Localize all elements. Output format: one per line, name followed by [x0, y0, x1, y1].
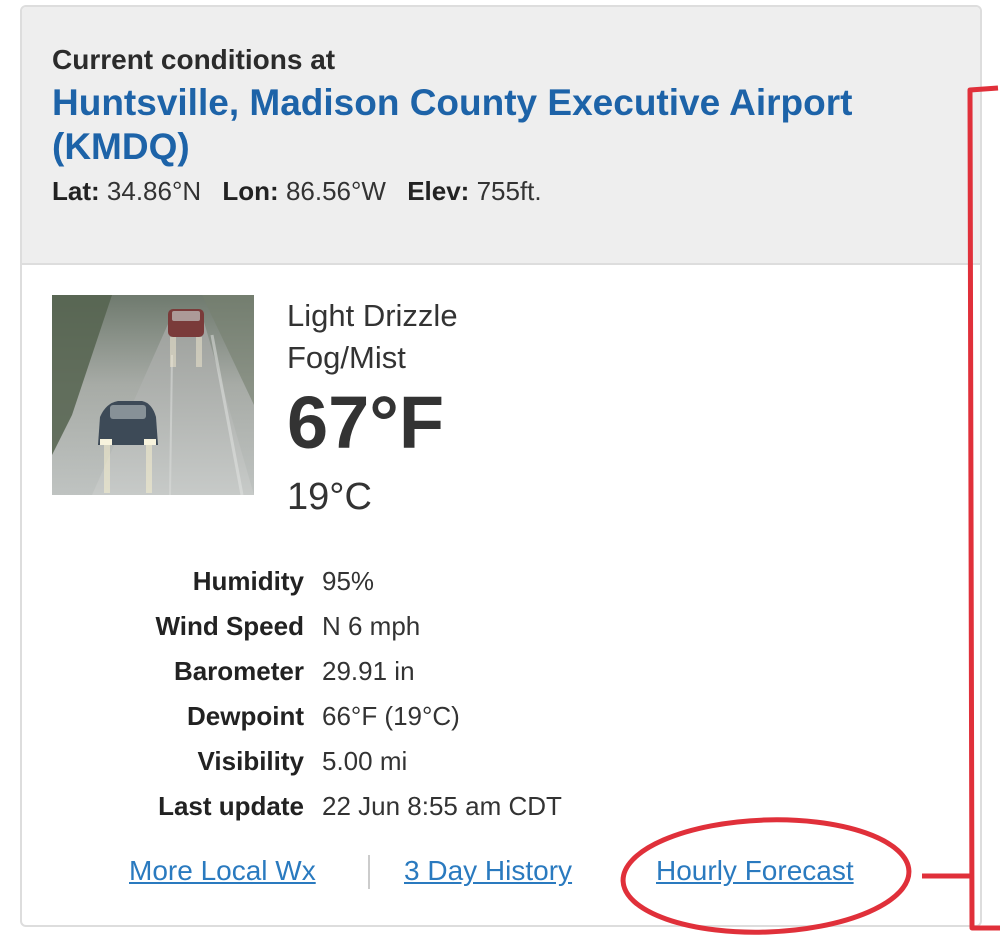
humidity-value: 95% — [322, 566, 375, 596]
dewpoint-label: Dewpoint — [187, 701, 304, 731]
visibility-label: Visibility — [197, 746, 304, 776]
barometer-value: 29.91 in — [322, 656, 415, 686]
dewpoint-value: 66°F (19°C) — [322, 701, 460, 731]
details-row-dewpoint: Dewpoint 66°F (19°C) — [52, 694, 562, 739]
details-table: Humidity 95% Wind Speed N 6 mph Baromete… — [52, 559, 562, 829]
weather-photo — [52, 295, 254, 495]
current-conditions-panel: Current conditions at Huntsville, Madiso… — [20, 5, 982, 927]
panel-header: Current conditions at Huntsville, Madiso… — [22, 7, 980, 265]
elev-value: 755ft. — [476, 176, 542, 206]
details-row-visibility: Visibility 5.00 mi — [52, 739, 562, 784]
last-update-label: Last update — [158, 791, 304, 821]
lat-value: 34.86°N — [106, 176, 202, 206]
weather-photo-image — [52, 295, 254, 495]
page: Current conditions at Huntsville, Madiso… — [0, 0, 1003, 936]
conditions-summary: Light Drizzle Fog/Mist 67°F 19°C — [287, 295, 458, 521]
humidity-label: Humidity — [192, 566, 304, 596]
condition-primary: Light Drizzle — [287, 298, 458, 333]
lon-value: 86.56°W — [285, 176, 386, 206]
panel-links: More Local Wx 3 Day History Hourly Forec… — [22, 851, 980, 895]
elev-label: Elev: — [407, 176, 470, 206]
lat-label: Lat: — [52, 176, 100, 206]
link-divider — [368, 855, 370, 889]
details-row-last-update: Last update 22 Jun 8:55 am CDT — [52, 784, 562, 829]
wind-speed-label: Wind Speed — [155, 611, 304, 641]
details-row-barometer: Barometer 29.91 in — [52, 649, 562, 694]
three-day-history-link[interactable]: 3 Day History — [404, 851, 572, 891]
visibility-value: 5.00 mi — [322, 746, 408, 776]
details-row-humidity: Humidity 95% — [52, 559, 562, 604]
details-row-wind-speed: Wind Speed N 6 mph — [52, 604, 562, 649]
temperature-celsius: 19°C — [287, 476, 372, 518]
lon-label: Lon: — [222, 176, 279, 206]
hourly-forecast-link[interactable]: Hourly Forecast — [656, 851, 854, 891]
last-update-value: 22 Jun 8:55 am CDT — [322, 791, 562, 821]
condition-secondary: Fog/Mist — [287, 340, 406, 375]
station-coordinates: Lat: 34.86°N Lon: 86.56°W Elev: 755ft. — [52, 175, 980, 207]
panel-subtitle: Current conditions at — [52, 44, 336, 75]
wind-speed-value: N 6 mph — [322, 611, 421, 641]
barometer-label: Barometer — [173, 656, 304, 686]
station-name[interactable]: Huntsville, Madison County Executive Air… — [52, 81, 872, 169]
temperature-fahrenheit: 67°F — [287, 381, 445, 464]
panel-body: Light Drizzle Fog/Mist 67°F 19°C Humidit… — [22, 265, 980, 925]
more-local-wx-link[interactable]: More Local Wx — [129, 851, 316, 891]
